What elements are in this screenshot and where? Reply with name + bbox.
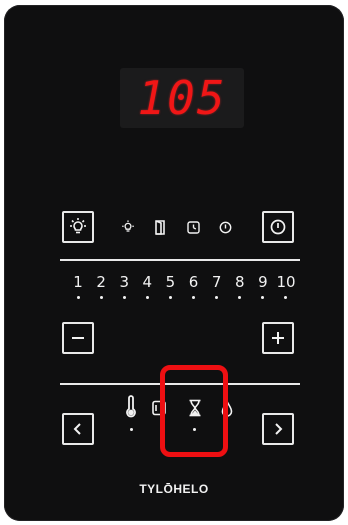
temperature-display: 105	[120, 68, 244, 128]
level-selector: 1 2 3 4 5 6 7 8 9 10	[68, 274, 296, 308]
clock-icon	[185, 218, 201, 236]
light-button[interactable]	[62, 211, 94, 243]
door-icon	[152, 218, 168, 236]
level-item[interactable]: 2	[91, 274, 111, 308]
power-button[interactable]	[262, 211, 294, 243]
minus-button[interactable]	[62, 322, 94, 354]
divider-top	[60, 259, 300, 261]
selected-mode-highlight	[160, 365, 228, 457]
minus-icon	[70, 330, 86, 346]
light-bulb-icon	[119, 218, 137, 236]
display-value: 105	[137, 71, 227, 125]
level-item[interactable]: 9	[253, 274, 273, 308]
brand-logo: TYLŌHELO	[139, 482, 209, 496]
chevron-right-icon	[271, 422, 285, 436]
level-item[interactable]: 5	[160, 274, 180, 308]
level-item[interactable]: 8	[230, 274, 250, 308]
power-icon	[269, 218, 287, 236]
thermometer-icon[interactable]	[123, 394, 139, 420]
chevron-left-icon	[71, 422, 85, 436]
level-item[interactable]: 7	[207, 274, 227, 308]
previous-button[interactable]	[62, 413, 94, 445]
level-item[interactable]: 10	[276, 274, 296, 308]
light-bulb-icon	[67, 216, 89, 238]
power-icon	[217, 218, 233, 236]
thermometer-indicator	[130, 428, 133, 431]
plus-button[interactable]	[262, 322, 294, 354]
level-item[interactable]: 6	[184, 274, 204, 308]
next-button[interactable]	[262, 413, 294, 445]
level-item[interactable]: 4	[137, 274, 157, 308]
level-item[interactable]: 1	[68, 274, 88, 308]
plus-icon	[270, 330, 286, 346]
level-item[interactable]: 3	[114, 274, 134, 308]
